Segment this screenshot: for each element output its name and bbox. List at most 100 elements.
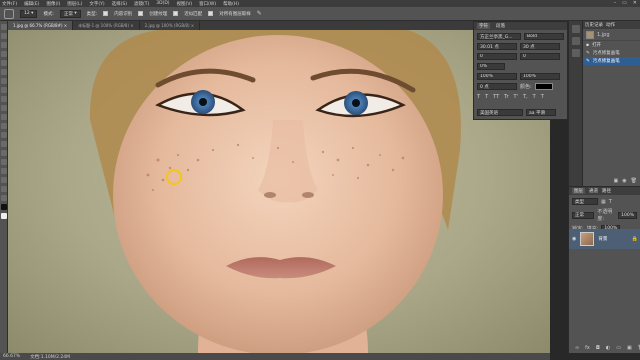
eyedropper-tool-icon[interactable] [1,69,7,75]
mode-select[interactable]: 正常 ▾ [59,9,81,18]
foreground-color-swatch[interactable] [1,204,7,210]
zoom-tool-icon[interactable] [1,195,7,201]
radio-create-texture[interactable] [138,11,144,16]
maximize-button[interactable]: ▭ [622,0,627,6]
hand-tool-icon[interactable] [1,186,7,192]
layer-style-icon[interactable]: fx [585,345,590,351]
font-style-select[interactable]: Bold [524,33,564,40]
vertical-scale-field[interactable]: 100% [477,73,517,80]
menu-view[interactable]: 视图(V) [177,1,193,7]
menu-edit[interactable]: 编辑(E) [24,1,39,7]
kerning-field[interactable]: 0 [477,53,517,60]
superscript-button[interactable]: T' [514,94,518,100]
adjustment-layer-icon[interactable]: ◐ [606,345,610,351]
paragraph-panel-icon[interactable] [572,49,580,57]
crop-tool-icon[interactable] [1,60,7,66]
menu-layer[interactable]: 图层(L) [67,1,82,7]
tab-paragraph[interactable]: 段落 [494,23,507,29]
marquee-tool-icon[interactable] [1,33,7,39]
visibility-eye-icon[interactable]: ◉ [572,236,576,242]
strikethrough-button[interactable]: T [541,94,544,100]
radio-proximity-match[interactable] [173,11,179,16]
tab-actions[interactable]: 动作 [606,22,615,28]
menu-file[interactable]: 文件(F) [2,1,17,7]
snapshot-camera-icon[interactable]: ◉ [622,178,626,184]
history-item[interactable]: ✎ 污点修复画笔 [583,49,640,57]
font-size-field[interactable]: 30.01 点 [477,43,517,50]
shape-tool-icon[interactable] [1,177,7,183]
path-select-tool-icon[interactable] [1,168,7,174]
filter-type-icon[interactable]: T [609,199,612,205]
history-panel-icon[interactable] [572,25,580,33]
history-item-selected[interactable]: ✎ 污点修复画笔 [583,57,640,65]
pressure-size-icon[interactable]: ✎ [257,10,262,17]
history-snapshot[interactable]: 1.jpg [583,29,640,41]
all-caps-button[interactable]: TT [493,94,499,100]
minimize-button[interactable]: – [614,0,617,6]
zoom-level[interactable]: 66.67% [3,354,20,359]
sample-all-layers-checkbox[interactable] [208,11,214,16]
font-family-select[interactable]: 方正兰亭黑_G... [477,33,521,40]
subscript-button[interactable]: T, [523,94,528,100]
brush-size-picker[interactable]: 12 ▾ [20,9,38,18]
antialias-select[interactable]: aa 平滑 [526,109,556,116]
faux-bold-button[interactable]: T [477,94,480,100]
type-tool-icon[interactable] [1,159,7,165]
menu-select[interactable]: 选择(S) [112,1,127,7]
filter-pixel-icon[interactable]: ▦ [601,199,606,205]
tab-paths[interactable]: 路径 [602,188,611,194]
move-tool-icon[interactable] [1,24,7,30]
menu-filter[interactable]: 滤镜(T) [134,1,149,7]
language-select[interactable]: 美国英语 [477,109,523,116]
background-color-swatch[interactable] [1,213,7,219]
lasso-tool-icon[interactable] [1,42,7,48]
blend-mode-select[interactable]: 正常 [572,211,595,219]
opacity-field[interactable]: 100% [618,211,637,219]
spot-healing-brush-icon[interactable] [4,8,14,19]
character-panel-icon[interactable] [572,37,580,45]
history-brush-tool-icon[interactable] [1,105,7,111]
layer-row-background[interactable]: ◉ 背景 🔒 [569,229,640,249]
tracking-percent-field[interactable]: 0% [477,63,505,70]
quick-select-tool-icon[interactable] [1,51,7,57]
dodge-tool-icon[interactable] [1,141,7,147]
layer-filter-select[interactable]: 类型 [572,198,598,205]
stamp-tool-icon[interactable] [1,96,7,102]
gradient-tool-icon[interactable] [1,123,7,129]
tab-document-2[interactable]: 未标题-1 @ 100% (RGB/8) × [73,21,140,30]
new-document-from-state-icon[interactable]: ▣ [614,178,619,184]
new-group-icon[interactable]: ▭ [616,345,621,351]
small-caps-button[interactable]: Tr [504,94,508,100]
faux-italic-button[interactable]: T [485,94,488,100]
menu-3d[interactable]: 3D(D) [156,1,169,6]
layer-mask-icon[interactable]: ◘ [596,345,600,351]
eraser-tool-icon[interactable] [1,114,7,120]
tab-document-3[interactable]: 2.jpg @ 100% (RGB/8) × [140,21,201,30]
text-color-swatch[interactable] [534,83,553,90]
tab-document-1[interactable]: 1.jpg @ 66.7% (RGB/8#) × [8,21,74,30]
healing-tool-icon[interactable] [1,78,7,84]
blur-tool-icon[interactable] [1,132,7,138]
tab-history[interactable]: 历史记录 [585,22,603,28]
horizontal-scale-field[interactable]: 100% [520,73,560,80]
menu-image[interactable]: 图像(I) [46,1,60,7]
menu-help[interactable]: 帮助(H) [223,1,239,7]
trash-icon[interactable]: 🗑 [631,178,637,184]
link-layers-icon[interactable]: ∞ [575,345,579,351]
underline-button[interactable]: T [533,94,536,100]
new-layer-icon[interactable]: ▣ [627,345,632,351]
menu-window[interactable]: 窗口(W) [199,1,216,7]
document-canvas[interactable] [8,30,550,353]
tracking-field[interactable]: 0 [520,53,560,60]
baseline-shift-field[interactable]: 0 点 [477,83,517,90]
menu-type[interactable]: 文字(Y) [89,1,104,7]
tab-channels[interactable]: 通道 [589,188,598,194]
close-button[interactable]: ✕ [633,0,637,6]
pen-tool-icon[interactable] [1,150,7,156]
history-item[interactable]: ▪ 打开 [583,41,640,49]
radio-content-aware[interactable] [103,11,109,16]
leading-field[interactable]: 30 点 [520,43,560,50]
tab-character[interactable]: 字符 [477,23,490,29]
brush-tool-icon[interactable] [1,87,7,93]
tab-layers[interactable]: 图层 [572,188,585,194]
